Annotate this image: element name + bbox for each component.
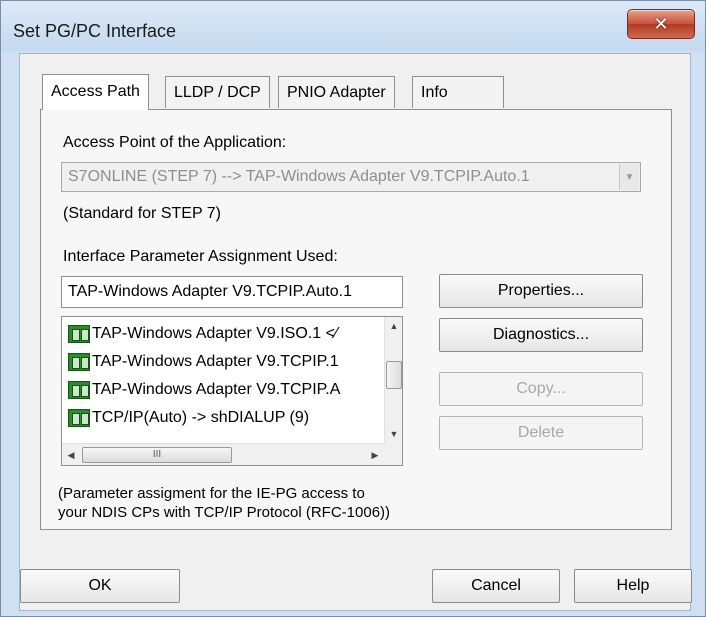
standard-note: (Standard for STEP 7) [63, 205, 221, 222]
list-item[interactable]: TAP-Windows Adapter V9.TCPIP.1 [68, 351, 339, 373]
close-button[interactable]: ✕ [627, 9, 695, 39]
scroll-down-icon[interactable]: ▼ [385, 425, 402, 443]
access-point-dropdown[interactable]: S7ONLINE (STEP 7) --> TAP-Windows Adapte… [61, 162, 641, 192]
list-item-label: TAP-Windows Adapter V9.ISO.1 <⁄ [92, 325, 338, 342]
param-assignment-value: TAP-Windows Adapter V9.TCPIP.Auto.1 [68, 283, 352, 300]
list-item-label: TAP-Windows Adapter V9.TCPIP.A [92, 381, 341, 398]
access-point-value: S7ONLINE (STEP 7) --> TAP-Windows Adapte… [68, 168, 530, 185]
interface-description: (Parameter assigment for the IE-PG acces… [58, 485, 391, 521]
scroll-left-icon[interactable]: ◀ [62, 444, 80, 465]
access-point-label: Access Point of the Application: [63, 134, 287, 151]
cancel-button[interactable]: Cancel [432, 569, 560, 603]
scroll-up-icon[interactable]: ▲ [385, 317, 402, 335]
dialog-window: Set PG/PC Interface ✕ Access Path LLDP /… [0, 0, 706, 617]
ok-button[interactable]: OK [20, 569, 180, 603]
chevron-down-icon[interactable]: ▼ [619, 164, 639, 190]
scrollbar-corner [384, 443, 402, 465]
tab-info[interactable]: Info [412, 76, 504, 108]
properties-button[interactable]: Properties... [439, 274, 643, 308]
vertical-scroll-thumb[interactable] [386, 361, 402, 389]
param-assignment-label: Interface Parameter Assignment Used: [63, 248, 338, 265]
list-vertical-scrollbar[interactable]: ▲ ▼ [384, 317, 402, 443]
help-button[interactable]: Help [574, 569, 692, 603]
horizontal-scroll-thumb[interactable]: III [82, 447, 232, 463]
network-adapter-icon [68, 353, 90, 371]
tab-label: Info [421, 84, 448, 101]
list-item-label: TCP/IP(Auto) -> shDIALUP (9) [92, 409, 310, 426]
copy-button[interactable]: Copy... [439, 372, 643, 406]
network-adapter-icon [68, 381, 90, 399]
list-item[interactable]: TAP-Windows Adapter V9.ISO.1 <⁄ [68, 323, 338, 345]
tab-label: PNIO Adapter [287, 84, 386, 101]
param-assignment-field[interactable]: TAP-Windows Adapter V9.TCPIP.Auto.1 [61, 276, 403, 308]
tab-pnio-adapter[interactable]: PNIO Adapter [278, 76, 395, 108]
diagnostics-button[interactable]: Diagnostics... [439, 318, 643, 352]
scroll-right-icon[interactable]: ▶ [366, 444, 384, 465]
list-item[interactable]: TAP-Windows Adapter V9.TCPIP.A [68, 379, 340, 401]
network-adapter-icon [68, 325, 90, 343]
list-item-label: TAP-Windows Adapter V9.TCPIP.1 [92, 353, 339, 370]
close-icon: ✕ [653, 13, 669, 35]
tab-lldp-dcp[interactable]: LLDP / DCP [165, 76, 270, 108]
list-horizontal-scrollbar[interactable]: ◀ III ▶ [62, 443, 384, 465]
title-bar[interactable]: Set PG/PC Interface ✕ [1, 1, 705, 51]
list-item[interactable]: TCP/IP(Auto) -> shDIALUP (9) [68, 407, 309, 429]
network-adapter-icon [68, 409, 90, 427]
access-path-panel: Access Point of the Application: S7ONLIN… [40, 109, 672, 530]
interface-list[interactable]: TAP-Windows Adapter V9.ISO.1 <⁄ TAP-Wind… [61, 316, 403, 466]
tab-label: Access Path [51, 83, 140, 100]
tab-access-path[interactable]: Access Path [42, 74, 149, 110]
dialog-client-area: Access Path LLDP / DCP PNIO Adapter Info… [19, 53, 692, 611]
delete-button[interactable]: Delete [439, 416, 643, 450]
tab-label: LLDP / DCP [174, 84, 261, 101]
window-title: Set PG/PC Interface [13, 21, 177, 41]
